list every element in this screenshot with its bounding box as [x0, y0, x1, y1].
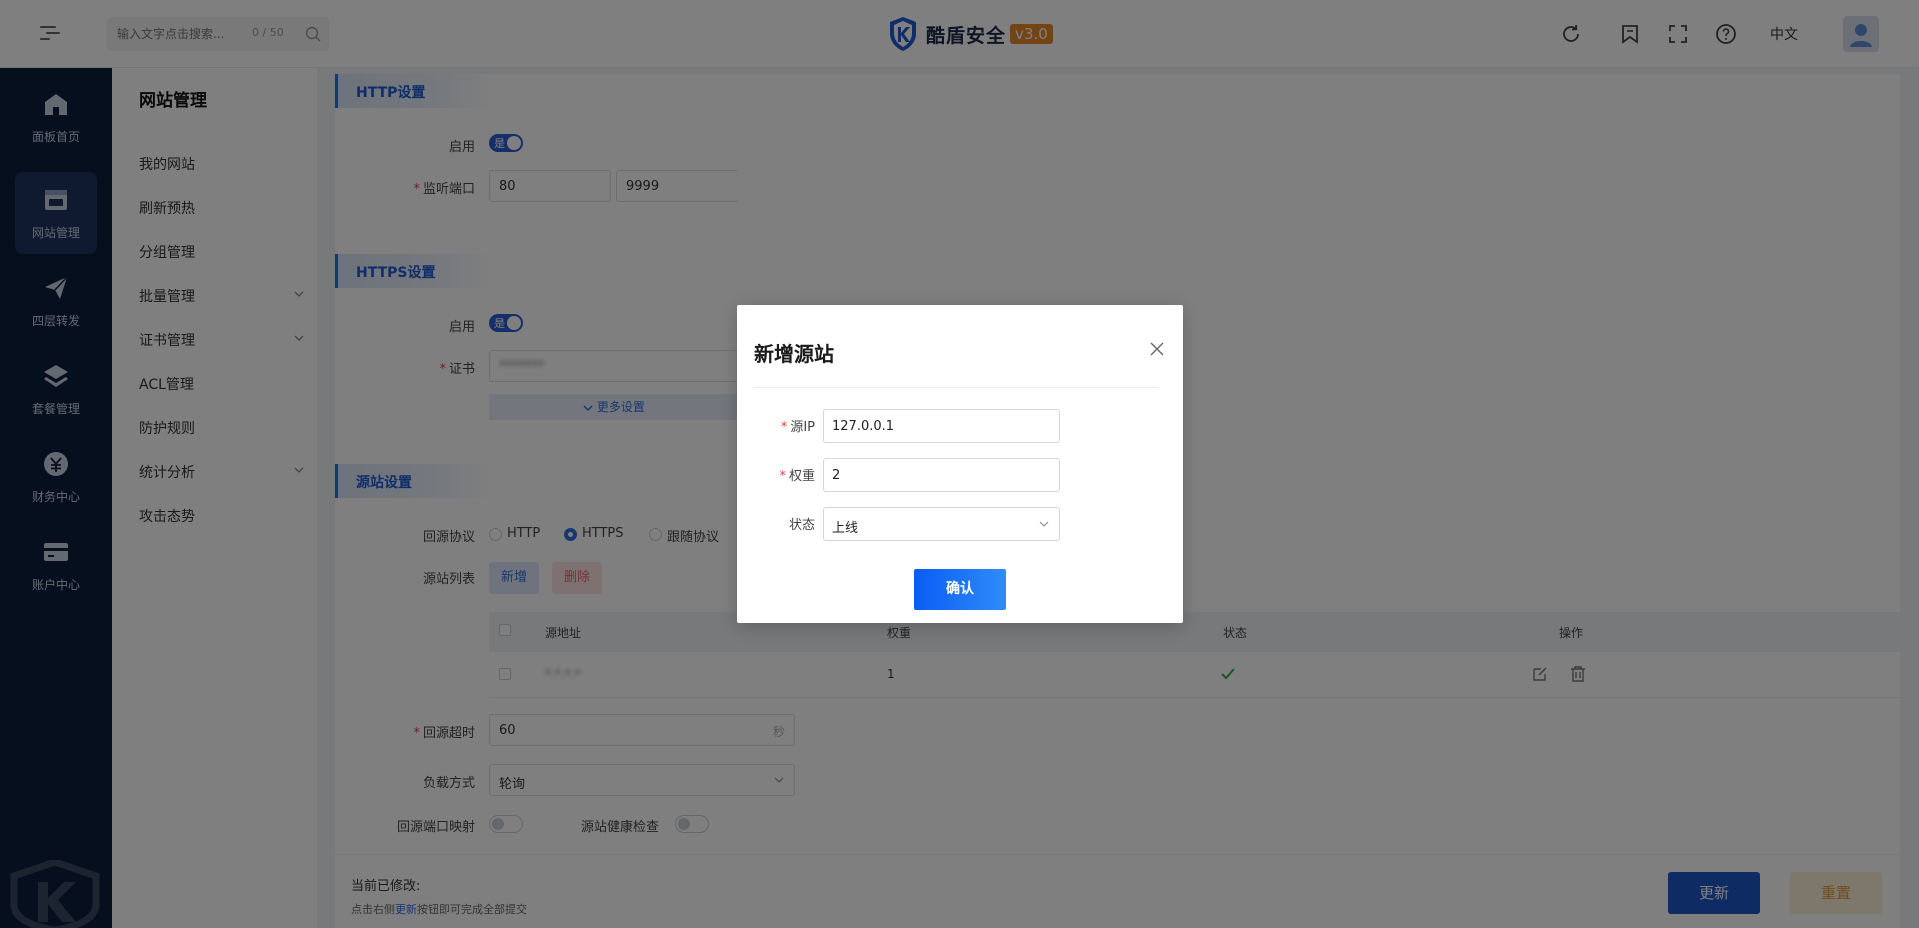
status-label: 状态	[788, 518, 815, 533]
source-ip-input[interactable]: 127.0.0.1	[823, 409, 1060, 443]
add-origin-dialog: 新增源站 * 源IP 127.0.0.1 * 权重 2 状态 上线 确认	[737, 305, 1183, 623]
chevron-down-icon	[1039, 521, 1049, 527]
weight-label: * 权重	[779, 469, 815, 484]
close-icon[interactable]	[1150, 342, 1164, 356]
dialog-title: 新增源站	[754, 342, 834, 366]
status-select[interactable]: 上线	[823, 507, 1060, 541]
confirm-button[interactable]: 确认	[914, 569, 1006, 610]
source-ip-label: * 源IP	[780, 420, 815, 435]
weight-input[interactable]: 2	[823, 458, 1060, 492]
dialog-divider	[754, 387, 1158, 388]
